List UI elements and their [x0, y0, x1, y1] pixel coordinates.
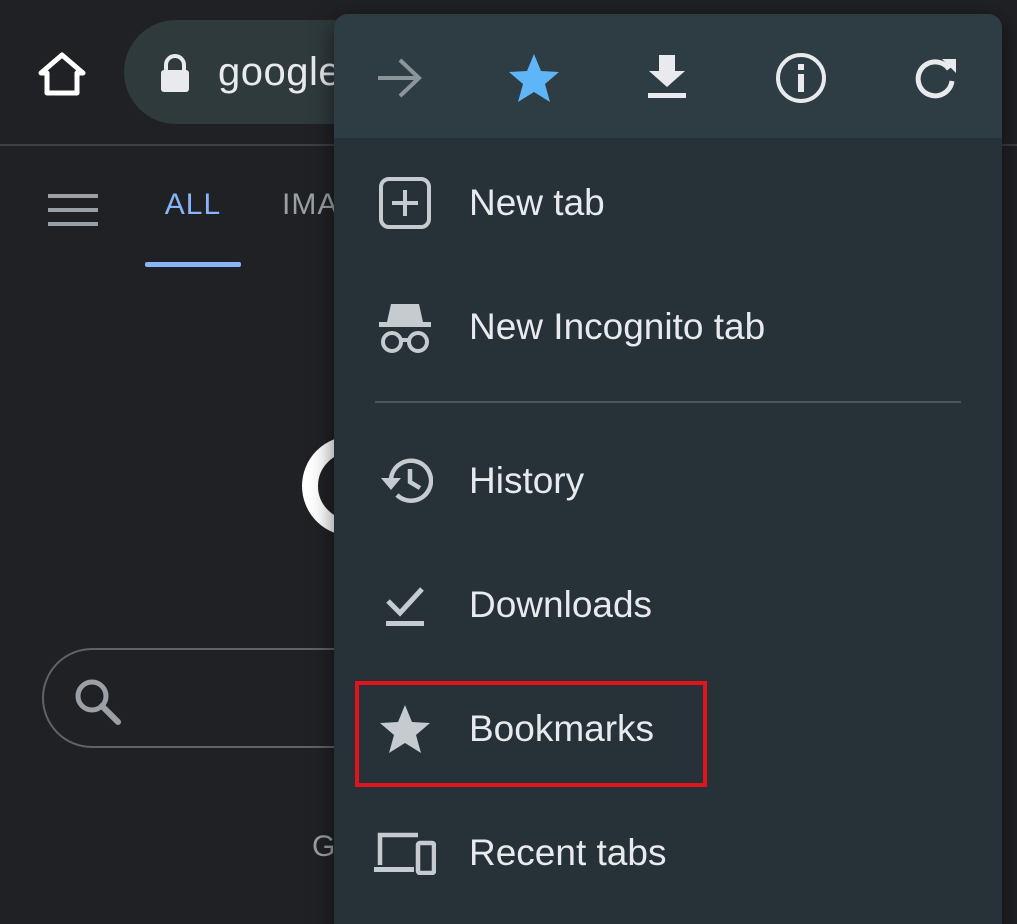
download-page-button[interactable] [627, 38, 707, 118]
tab-all-underline [145, 262, 241, 267]
lock-icon [161, 54, 189, 92]
menu-item-label: New tab [469, 182, 605, 223]
info-icon [776, 53, 826, 103]
menu-item-new-tab[interactable]: New tab [334, 148, 1002, 258]
search-icon [75, 679, 121, 725]
menu-item-label: History [469, 460, 585, 501]
star-filled-icon [509, 54, 559, 102]
downloads-icon [386, 587, 424, 626]
menu-item-label: Downloads [469, 584, 653, 625]
incognito-icon [379, 304, 431, 353]
bookmarks-highlight-box [355, 681, 707, 787]
menu-item-downloads[interactable]: Downloads [334, 550, 1002, 660]
menu-item-recent-tabs[interactable]: Recent tabs [334, 798, 1002, 908]
history-icon [381, 458, 433, 503]
menu-item-new-incognito-tab[interactable]: New Incognito tab [334, 272, 1002, 382]
menu-icon-bar [334, 14, 1002, 138]
refresh-button[interactable] [895, 38, 975, 118]
new-tab-icon [379, 177, 431, 229]
browser-screen: google ALL IMA G New tab New Incognito t… [0, 0, 1017, 924]
forward-arrow-icon [378, 58, 422, 98]
tab-all[interactable]: ALL [145, 188, 241, 222]
home-icon [38, 52, 86, 96]
footer-text: G [312, 830, 336, 863]
home-button[interactable] [36, 50, 88, 98]
forward-button[interactable] [360, 38, 440, 118]
menu-item-label: Recent tabs [469, 832, 667, 873]
menu-divider [375, 401, 961, 403]
bookmark-star-button[interactable] [494, 38, 574, 118]
download-icon [648, 55, 686, 98]
refresh-icon [915, 59, 956, 99]
menu-item-label: New Incognito tab [469, 306, 766, 347]
url-text: google [218, 50, 342, 94]
page-info-button[interactable] [761, 38, 841, 118]
overflow-menu: New tab New Incognito tab History Downlo… [334, 14, 1002, 924]
menu-item-history[interactable]: History [334, 426, 1002, 536]
tab-images[interactable]: IMA [282, 188, 338, 222]
hamburger-menu-icon[interactable] [48, 194, 98, 228]
devices-icon [374, 832, 436, 875]
